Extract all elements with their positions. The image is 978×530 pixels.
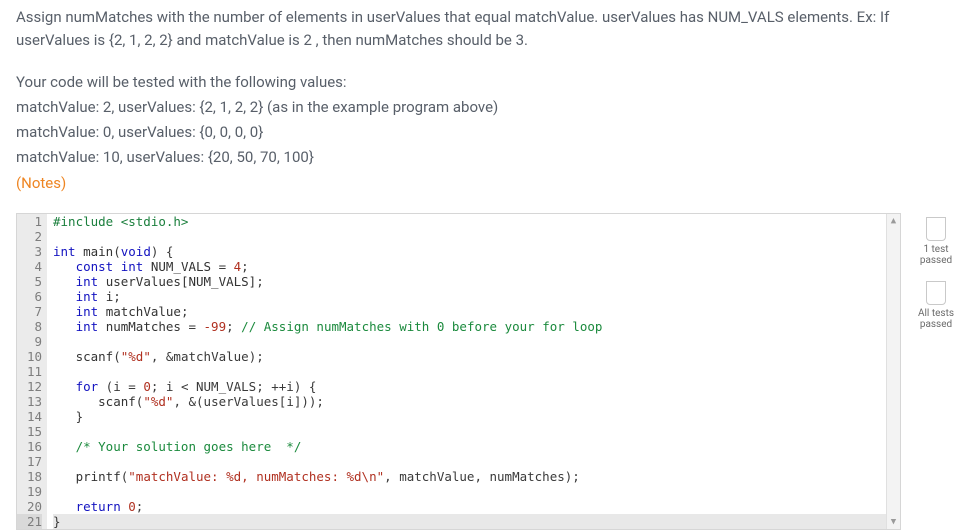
notes-link[interactable]: (Notes) xyxy=(16,174,66,192)
instruction-line-1: Assign numMatches with the number of ele… xyxy=(16,6,962,53)
code-editor[interactable]: 123456789101112131415161718192021 #inclu… xyxy=(16,213,901,530)
code-area[interactable]: #include <stdio.h> int main(void) { cons… xyxy=(47,214,900,529)
problem-statement: Assign numMatches with the number of ele… xyxy=(16,6,962,195)
test-case-2: matchValue: 0, userValues: {0, 0, 0, 0} xyxy=(16,121,962,144)
vertical-scrollbar[interactable]: ▲ ▼ xyxy=(886,214,900,529)
one-test-label: 1 test passed xyxy=(920,244,952,267)
scroll-up-arrow-icon[interactable]: ▲ xyxy=(891,216,896,226)
line-number-gutter: 123456789101112131415161718192021 xyxy=(17,214,47,529)
test-case-1: matchValue: 2, userValues: {2, 1, 2, 2} … xyxy=(16,96,962,119)
all-tests-passed-badge: All tests passed xyxy=(918,281,954,331)
instruction-line-2: Your code will be tested with the follow… xyxy=(16,71,962,94)
one-test-passed-badge: 1 test passed xyxy=(920,217,952,267)
all-tests-label: All tests passed xyxy=(918,308,954,331)
ribbon-icon xyxy=(926,217,946,241)
test-case-3: matchValue: 10, userValues: {20, 50, 70,… xyxy=(16,146,962,169)
ribbon-icon xyxy=(926,281,946,305)
scroll-down-arrow-icon[interactable]: ▼ xyxy=(891,517,896,527)
